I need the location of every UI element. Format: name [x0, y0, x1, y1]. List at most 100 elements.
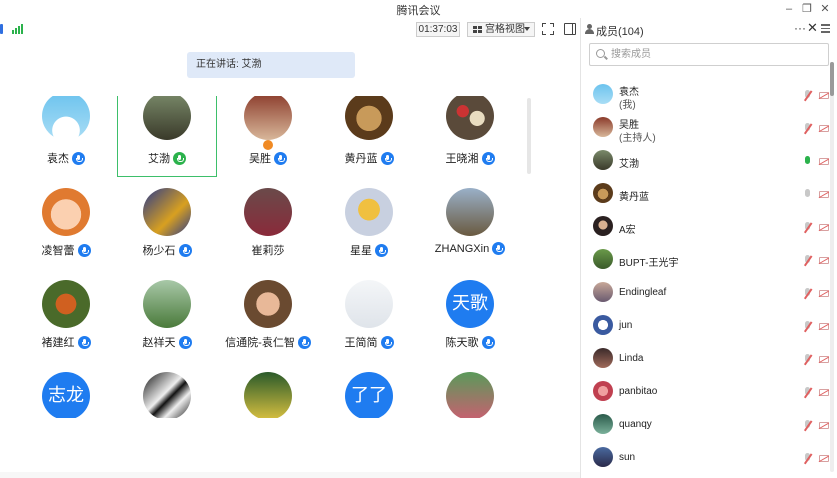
member-row[interactable]: 袁杰 (我): [581, 80, 829, 113]
participant-name: 信通院-袁仁智: [225, 337, 295, 349]
participant-tile[interactable]: 吴胜: [218, 96, 318, 172]
member-row[interactable]: Linda: [581, 344, 829, 377]
participant-tile[interactable]: [117, 372, 217, 418]
participant-tile[interactable]: ZHANGXin: [420, 188, 520, 264]
member-name: panbitao: [619, 386, 658, 397]
camera-off-icon[interactable]: [819, 455, 829, 462]
camera-off-icon[interactable]: [819, 290, 829, 297]
member-row[interactable]: panbitao: [581, 377, 829, 410]
view-mode-dropdown[interactable]: 宫格视图: [467, 22, 535, 37]
participant-tile[interactable]: 褚建红: [16, 280, 116, 356]
participant-tile[interactable]: 了了: [319, 372, 419, 418]
participant-tile[interactable]: 王晓湘: [420, 96, 520, 172]
microphone-icon: [492, 242, 506, 255]
mic-muted-icon[interactable]: [804, 321, 811, 332]
member-search-box[interactable]: [589, 43, 829, 66]
mic-muted-icon[interactable]: [804, 222, 811, 233]
members-panel-header: 成员(104) ··· ✕: [581, 18, 837, 40]
participant-tile[interactable]: 天歌 陈天歌: [420, 280, 520, 356]
member-list-scroll-track[interactable]: [830, 62, 834, 472]
member-row[interactable]: 艾渤: [581, 146, 829, 179]
camera-off-icon[interactable]: [819, 224, 829, 231]
member-row[interactable]: BUPT-王光宇: [581, 245, 829, 278]
camera-off-icon[interactable]: [819, 191, 829, 198]
mic-muted-icon[interactable]: [804, 255, 811, 266]
member-row[interactable]: 黄丹蓝: [581, 179, 829, 212]
camera-off-icon[interactable]: [819, 92, 829, 99]
participant-name-row: 信通院-袁仁智: [218, 334, 318, 350]
microphone-icon: [297, 336, 311, 349]
microphone-icon[interactable]: [804, 156, 811, 167]
participant-tile[interactable]: [420, 372, 520, 418]
member-name: 黄丹蓝: [619, 192, 649, 203]
member-row[interactable]: A宏: [581, 212, 829, 245]
mic-muted-icon[interactable]: [804, 387, 811, 398]
participant-name: 陈天歌: [445, 337, 479, 349]
member-avatar: [593, 249, 613, 269]
participant-tile[interactable]: 志龙: [16, 372, 116, 418]
view-mode-label: 宫格视图: [485, 24, 525, 35]
participant-tile[interactable]: 黄丹蓝: [319, 96, 419, 172]
microphone-icon: [481, 336, 495, 349]
search-icon: [596, 49, 605, 58]
camera-off-icon[interactable]: [819, 323, 829, 330]
microphone-icon: [77, 336, 91, 349]
participant-name-row: 褚建红: [16, 334, 116, 350]
participant-avatar: [143, 280, 191, 328]
participant-tile[interactable]: 赵祥天: [117, 280, 217, 356]
window-title: 腾讯会议: [396, 5, 441, 17]
participant-avatar: 志龙: [42, 372, 90, 418]
mic-muted-icon[interactable]: [804, 420, 811, 431]
participant-avatar: [244, 372, 292, 418]
member-row[interactable]: sun: [581, 443, 829, 476]
participant-tile[interactable]: 信通院-袁仁智: [218, 280, 318, 356]
info-icon[interactable]: [0, 24, 3, 34]
participant-tile[interactable]: 杨少石: [117, 188, 217, 264]
participant-tile[interactable]: 星星: [319, 188, 419, 264]
participant-tile[interactable]: 艾渤: [117, 96, 217, 177]
minimize-icon[interactable]: –: [780, 1, 798, 17]
toggle-sidebar-icon[interactable]: [564, 23, 576, 35]
member-row[interactable]: jun: [581, 311, 829, 344]
restore-icon[interactable]: ❐: [798, 1, 816, 17]
mic-muted-icon[interactable]: [804, 123, 811, 134]
participant-tile[interactable]: 袁杰: [16, 96, 116, 172]
camera-off-icon[interactable]: [819, 389, 829, 396]
camera-off-icon[interactable]: [819, 422, 829, 429]
grid-scrollbar[interactable]: [527, 98, 531, 174]
member-list-scrollbar[interactable]: [830, 62, 834, 96]
participant-name: 崔莉莎: [251, 245, 285, 257]
more-options-icon[interactable]: ···: [794, 21, 806, 35]
mic-muted-icon[interactable]: [804, 288, 811, 299]
participant-name: 黄丹蓝: [344, 153, 378, 165]
camera-off-icon[interactable]: [819, 158, 829, 165]
participant-tile[interactable]: 崔莉莎: [218, 188, 318, 264]
member-row[interactable]: 吴胜 (主持人): [581, 113, 829, 146]
signal-strength-icon[interactable]: [12, 24, 24, 34]
camera-off-icon[interactable]: [819, 257, 829, 264]
member-row[interactable]: Endingleaf: [581, 278, 829, 311]
member-row[interactable]: quanqy: [581, 410, 829, 443]
member-avatar: [593, 282, 613, 302]
microphone-icon[interactable]: [804, 189, 811, 200]
participant-tile[interactable]: [218, 372, 318, 418]
mic-muted-icon[interactable]: [804, 90, 811, 101]
member-search-input[interactable]: [611, 47, 821, 62]
camera-off-icon[interactable]: [819, 356, 829, 363]
menu-icon[interactable]: [821, 24, 830, 33]
participant-name-row: 陈天歌: [420, 334, 520, 350]
participant-avatar: [446, 96, 494, 140]
participant-name-row: 王晓湘: [420, 150, 520, 166]
close-panel-icon[interactable]: ✕: [807, 20, 818, 36]
participant-avatar: [42, 280, 90, 328]
member-role: (主持人): [619, 133, 656, 144]
mic-muted-icon[interactable]: [804, 453, 811, 464]
participant-name-row: ZHANGXin: [420, 242, 520, 255]
mic-muted-icon[interactable]: [804, 354, 811, 365]
close-window-icon[interactable]: ✕: [816, 1, 834, 17]
fullscreen-icon[interactable]: [542, 23, 554, 35]
participant-tile[interactable]: 王简简: [319, 280, 419, 356]
participant-avatar: [143, 96, 191, 140]
participant-tile[interactable]: 凌智蕾: [16, 188, 116, 264]
camera-off-icon[interactable]: [819, 125, 829, 132]
